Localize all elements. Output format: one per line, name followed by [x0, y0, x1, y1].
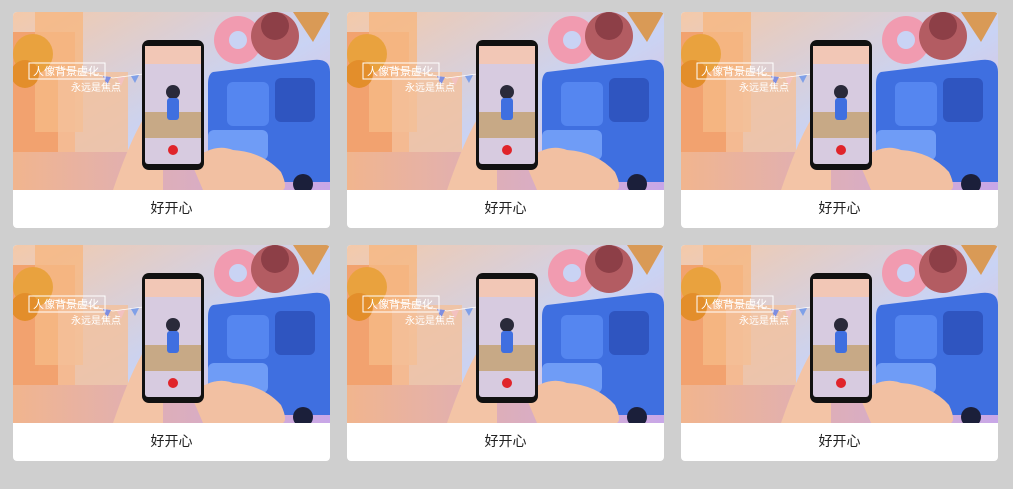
thumbnail-text-line-1: 人像背景虚化 — [701, 297, 767, 311]
thumbnail-text-line-2: 永远是焦点 — [71, 81, 121, 94]
video-thumbnail: 人像背景虚化 永远是焦点 — [681, 12, 998, 190]
video-card[interactable]: 人像背景虚化 永远是焦点 好开心 — [347, 245, 664, 461]
card-title: 好开心 — [818, 434, 861, 450]
thumbnail-text-line-1: 人像背景虚化 — [367, 64, 433, 78]
thumbnail-text-line-2: 永远是焦点 — [71, 314, 121, 327]
video-card[interactable]: 人像背景虚化 永远是焦点 好开心 — [347, 12, 664, 228]
card-title: 好开心 — [818, 201, 861, 217]
thumbnail-text-line-2: 永远是焦点 — [739, 81, 789, 94]
video-thumbnail: 人像背景虚化 永远是焦点 — [13, 245, 330, 423]
video-thumbnail: 人像背景虚化 永远是焦点 — [347, 245, 664, 423]
thumbnail-text-line-2: 永远是焦点 — [739, 314, 789, 327]
card-title: 好开心 — [484, 434, 527, 450]
video-card[interactable]: 人像背景虚化 永远是焦点 好开心 — [681, 12, 998, 228]
thumbnail-text-line-1: 人像背景虚化 — [367, 297, 433, 311]
card-title: 好开心 — [150, 201, 193, 217]
thumbnail-text-line-1: 人像背景虚化 — [33, 64, 99, 78]
video-thumbnail: 人像背景虚化 永远是焦点 — [681, 245, 998, 423]
video-thumbnail: 人像背景虚化 永远是焦点 — [347, 12, 664, 190]
card-title: 好开心 — [484, 201, 527, 217]
thumbnail-text-line-2: 永远是焦点 — [405, 314, 455, 327]
video-card[interactable]: 人像背景虚化 永远是焦点 好开心 — [13, 12, 330, 228]
thumbnail-text-line-2: 永远是焦点 — [405, 81, 455, 94]
video-card[interactable]: 人像背景虚化 永远是焦点 好开心 — [13, 245, 330, 461]
thumbnail-text-line-1: 人像背景虚化 — [701, 64, 767, 78]
card-title: 好开心 — [150, 434, 193, 450]
card-grid: 人像背景虚化 永远是焦点 好开心 人像背景虚化 永远是焦点 好开心 人像背景虚化… — [13, 12, 998, 461]
video-card[interactable]: 人像背景虚化 永远是焦点 好开心 — [681, 245, 998, 461]
video-thumbnail: 人像背景虚化 永远是焦点 — [13, 12, 330, 190]
thumbnail-text-line-1: 人像背景虚化 — [33, 297, 99, 311]
